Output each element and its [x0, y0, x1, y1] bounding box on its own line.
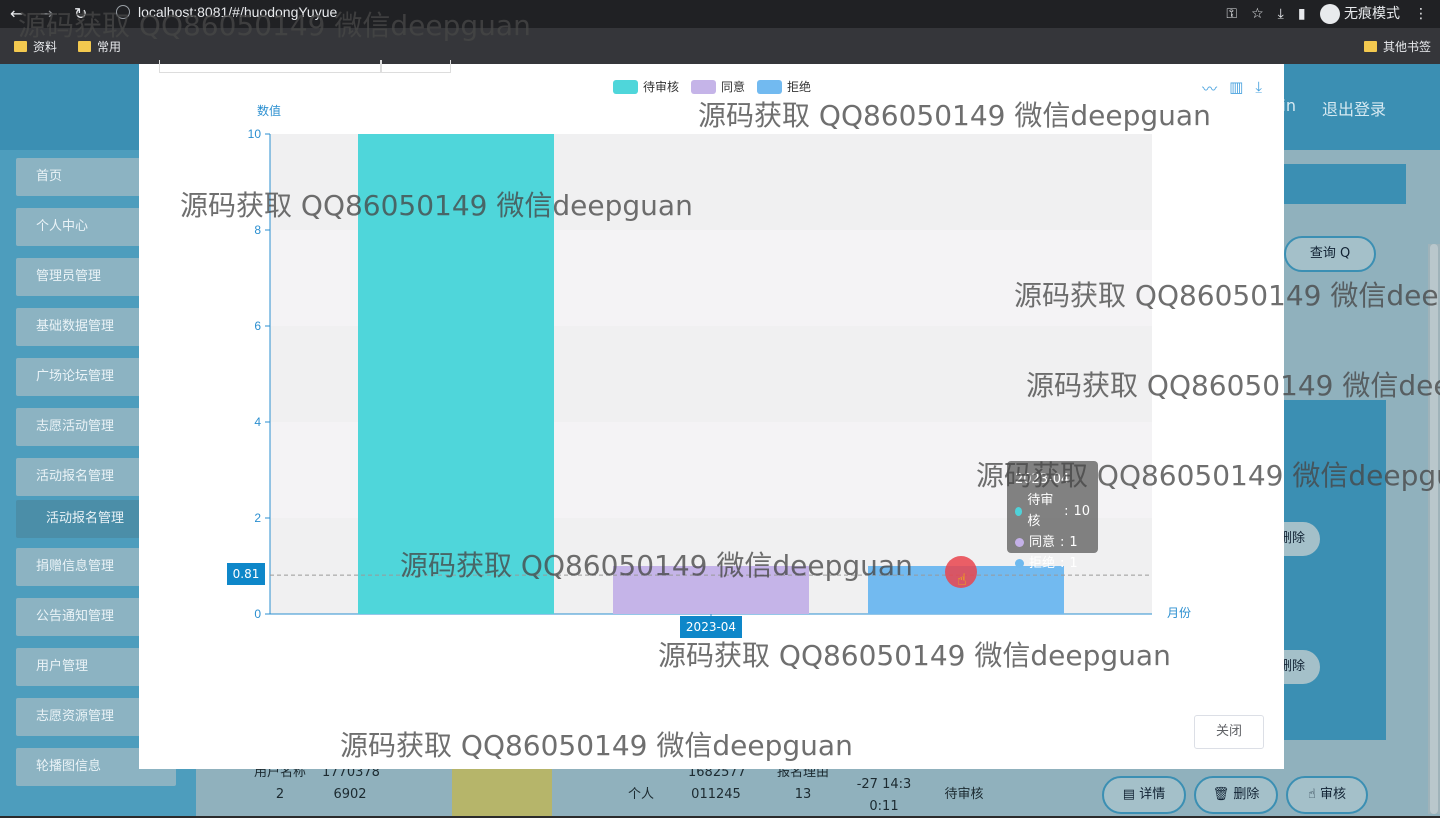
tooltip-value: 1	[1069, 535, 1078, 550]
incognito-label: 无痕模式	[1344, 6, 1400, 22]
bookmark-folder-ziliao[interactable]: 资料	[14, 38, 57, 55]
avatar-image	[452, 764, 552, 816]
tooltip-row-pending: 待审核:10	[1015, 490, 1090, 532]
table-header-panel	[1284, 400, 1386, 740]
star-icon[interactable]: ☆	[1251, 6, 1264, 22]
audit-button[interactable]: ☝ 审核	[1286, 776, 1368, 814]
cell-status: 待审核	[944, 787, 984, 802]
incognito-icon	[1319, 4, 1340, 24]
breadcrumb-bar	[1270, 164, 1406, 204]
bookmarks-bar: 资料 常用 其他书签	[0, 28, 1440, 64]
incognito-indicator[interactable]: 无痕模式	[1319, 3, 1400, 24]
bookmark-label: 常用	[97, 40, 122, 54]
x-axis-title: 月份	[1167, 606, 1191, 620]
back-icon[interactable]: ←	[10, 4, 23, 23]
bookmark-label: 其他书签	[1383, 40, 1432, 54]
logout-link[interactable]: 退出登录	[1322, 96, 1386, 120]
reload-icon[interactable]: ↻	[74, 4, 87, 23]
bar-1	[358, 134, 554, 614]
folder-icon	[14, 41, 27, 52]
address-bar[interactable]: localhost:8081/#/huodongYuyue	[116, 4, 337, 20]
audit-label: 审核	[1320, 787, 1347, 802]
tooltip-name: 同意	[1029, 535, 1056, 550]
bar-chart: 0 2 4 6 8 10 数值月份	[248, 103, 1191, 621]
detail-button[interactable]: ▤ 详情	[1102, 776, 1186, 814]
hand-cursor-icon: ☝	[957, 570, 967, 589]
tooltip-dot	[1015, 506, 1023, 516]
row-delete-button[interactable]: 🗑 删除	[1194, 776, 1278, 814]
chart-tooltip: 2023-04 待审核:10 同意:1 拒绝:1	[1007, 461, 1098, 571]
scrollbar-thumb[interactable]	[1430, 244, 1438, 814]
page-scrollbar[interactable]	[1428, 244, 1440, 814]
tooltip-dot	[1015, 559, 1024, 568]
trash-icon: 🗑	[1212, 787, 1234, 802]
chart-modal: 待审核 同意 拒绝 〰 ▥ ⤓ 0 2 4 6 8 10 数值 月份 0.81 2023-04…	[139, 60, 1284, 769]
close-button[interactable]: 关闭	[1194, 715, 1264, 749]
folder-icon	[1364, 41, 1377, 52]
menu-icon[interactable]: ⋮	[1414, 6, 1428, 22]
key-icon[interactable]: ⚿	[1226, 6, 1237, 22]
thumb-icon: ☝	[1307, 787, 1321, 802]
cell-type: 个人	[627, 787, 654, 802]
y-tick-label: 4	[254, 415, 261, 429]
tooltip-name: 拒绝	[1029, 556, 1056, 571]
y-tick-label: 8	[254, 223, 261, 237]
url-text: localhost:8081/#/huodongYuyue	[138, 4, 338, 20]
tooltip-row-rejected: 拒绝:1	[1015, 553, 1090, 574]
tooltip-name: 待审核	[1027, 493, 1054, 529]
x-pointer-label: 2023-04	[680, 616, 742, 638]
y-tick-label: 6	[254, 319, 261, 333]
y-tick-label: 0	[254, 607, 261, 621]
tooltip-row-approved: 同意:1	[1015, 532, 1090, 553]
site-info-icon[interactable]	[116, 5, 130, 19]
tooltip-dot	[1015, 538, 1024, 547]
other-bookmarks[interactable]: 其他书签	[1364, 38, 1431, 55]
bar-2	[613, 566, 809, 614]
folder-icon	[78, 41, 91, 52]
bookmark-label: 资料	[33, 40, 58, 54]
y-axis-title: 数值	[257, 103, 281, 118]
download-icon[interactable]: ⤓	[1278, 6, 1284, 22]
tooltip-value: 10	[1073, 503, 1090, 519]
forward-icon[interactable]: →	[40, 4, 53, 23]
detail-label: 详情	[1139, 787, 1166, 802]
y-tick-label: 10	[248, 127, 262, 141]
query-button[interactable]: 查询 Q	[1284, 236, 1376, 272]
tooltip-title: 2023-04	[1015, 472, 1070, 487]
bookmark-folder-changyong[interactable]: 常用	[78, 38, 121, 55]
delete-label: 删除	[1233, 787, 1260, 802]
y-pointer-label: 0.81	[227, 563, 265, 585]
sidebar-toggle-icon[interactable]: ▮	[1298, 6, 1306, 22]
doc-icon: ▤	[1122, 787, 1140, 802]
tooltip-value: 1	[1069, 556, 1078, 571]
browser-toolbar: ← → ↻ localhost:8081/#/huodongYuyue ⚿ ☆ …	[0, 0, 1440, 28]
y-tick-label: 2	[254, 511, 261, 525]
